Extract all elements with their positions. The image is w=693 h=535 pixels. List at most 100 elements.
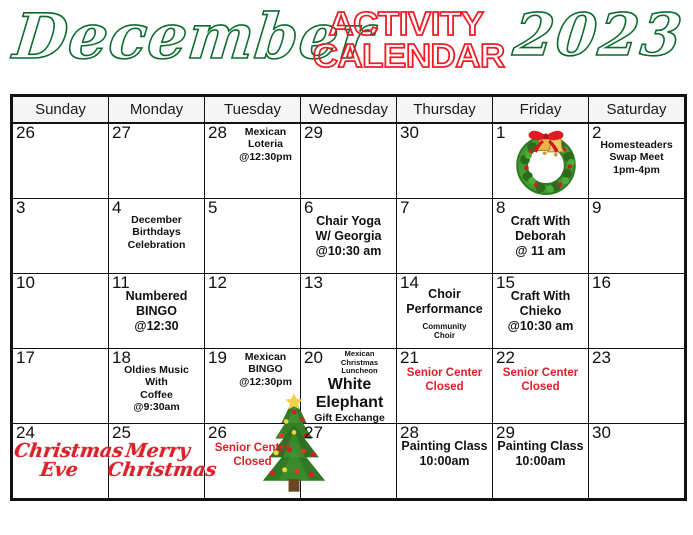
calendar-day-cell[interactable]: 3 xyxy=(12,198,109,274)
calendar-day-cell[interactable]: 27 xyxy=(108,122,205,199)
calendar-day-cell[interactable]: 30 xyxy=(396,122,493,199)
weekday-header-monday: Monday xyxy=(108,96,205,124)
calendar-title-banner: December ACTIVITY CALENDAR 2023 xyxy=(0,0,693,92)
day-number: 7 xyxy=(400,198,410,217)
calendar-body: 262728Mexican Loteria @12:30pm2930 xyxy=(12,122,685,499)
day-event-main-line: White Elephant xyxy=(315,376,384,412)
calendar-week-row: 10 11 Numbered BINGO @12:30 12 13 14 Choir Per… xyxy=(12,273,685,349)
day-number: 12 xyxy=(208,273,227,292)
calendar-week-row: 17 18 Oldies Music With Coffee @9:30am 19 Me… xyxy=(12,348,685,425)
day-event-subtext: Community Choir xyxy=(422,322,467,341)
calendar-day-cell[interactable]: 8 Craft With Deborah @ 11 am xyxy=(492,198,589,274)
weekday-header-sunday: Sunday xyxy=(12,96,109,124)
day-number: 11 xyxy=(112,273,130,292)
day-number: 9 xyxy=(592,198,602,217)
day-event-text: Painting Class 10:00am xyxy=(401,439,488,468)
calendar-day-cell[interactable]: 18 Oldies Music With Coffee @9:30am xyxy=(108,348,205,424)
day-number: 2 xyxy=(592,123,602,142)
calendar-day-cell[interactable]: 30 xyxy=(588,423,685,499)
calendar-week-row: 24 Christmas Eve 25 Merry Christmas 26 S… xyxy=(12,393,685,499)
calendar-day-cell[interactable]: 19 Mexican BINGO @12:30pm xyxy=(204,348,301,424)
calendar-day-cell[interactable]: 7 xyxy=(396,198,493,274)
calendar-day-cell[interactable]: 10 xyxy=(12,273,109,349)
day-number: 22 xyxy=(496,348,515,367)
day-number: 25 xyxy=(112,423,131,442)
day-number: 6 xyxy=(304,198,314,217)
day-number: 23 xyxy=(592,348,611,367)
day-number: 4 xyxy=(112,198,122,217)
title-activity-text: ACTIVITY xyxy=(328,5,485,42)
day-number: 14 xyxy=(400,273,419,292)
day-event-text: Mexican Loteria @12:30pm xyxy=(239,126,292,163)
day-number: 28 xyxy=(208,123,227,142)
weekday-header-saturday: Saturday xyxy=(588,96,685,124)
day-event-text: Mexican BINGO @12:30pm xyxy=(239,351,292,388)
calendar-day-cell[interactable]: 14 Choir Performance Community Choir xyxy=(396,273,493,349)
day-number: 16 xyxy=(592,273,611,292)
day-event-text: Craft With Deborah @ 11 am xyxy=(510,214,571,258)
day-number: 18 xyxy=(112,348,131,367)
calendar-table: Sunday Monday Tuesday Wednesday Thursday Frid… xyxy=(12,96,685,499)
calendar-day-cell[interactable]: 27 xyxy=(300,423,397,499)
day-number: 26 xyxy=(16,123,35,142)
calendar-day-cell[interactable]: 28 Painting Class 10:00am xyxy=(396,423,493,499)
day-number: 8 xyxy=(496,198,506,217)
day-event-text: Numbered BINGO @12:30 xyxy=(125,289,188,333)
calendar-day-cell[interactable]: 11 Numbered BINGO @12:30 xyxy=(108,273,205,349)
title-activity-calendar-block: ACTIVITY CALENDAR xyxy=(312,6,506,73)
calendar-day-cell[interactable]: 9 xyxy=(588,198,685,274)
day-event-text: Chair Yoga W/ Georgia @10:30 am xyxy=(315,214,382,258)
calendar-day-cell[interactable]: 29 Painting Class 10:00am xyxy=(492,423,589,499)
calendar-day-cell[interactable]: 4 December Birthdays Celebration xyxy=(108,198,205,274)
day-number: 5 xyxy=(208,198,218,217)
day-number: 28 xyxy=(400,423,419,442)
day-number: 24 xyxy=(16,423,35,442)
day-event-tiny-line: Mexican Christmas Luncheon xyxy=(340,349,379,376)
day-number: 17 xyxy=(16,348,35,367)
day-number: 27 xyxy=(304,423,323,442)
holiday-greeting-text: Christmas Eve xyxy=(12,440,125,481)
calendar-day-cell[interactable]: 28 Mexican Loteria @12:30pm xyxy=(204,122,301,199)
calendar-day-cell[interactable]: 26 Senior Center Closed xyxy=(204,393,326,499)
calendar-day-cell[interactable]: 5 xyxy=(204,198,301,274)
calendar-header-row: Sunday Monday Tuesday Wednesday Thursday Frid… xyxy=(12,96,685,124)
day-number: 1 xyxy=(496,123,506,142)
day-number: 20 xyxy=(304,348,323,367)
day-number: 19 xyxy=(208,348,227,367)
calendar-day-cell[interactable]: 17 xyxy=(12,348,109,424)
day-event-text: December Birthdays Celebration xyxy=(127,214,186,251)
calendar-day-cell[interactable]: 21 Senior Center Closed xyxy=(396,348,493,424)
calendar-week-row: 3 4 December Birthdays Celebration 5 6 Chair … xyxy=(12,198,685,274)
calendar-day-cell[interactable]: 1 xyxy=(492,122,589,199)
calendar-day-cell[interactable]: 24 Christmas Eve xyxy=(12,423,125,499)
calendar-day-cell[interactable]: 13 xyxy=(300,273,397,349)
calendar-day-cell[interactable]: 6 Chair Yoga W/ Georgia @10:30 am xyxy=(300,198,397,274)
day-number: 13 xyxy=(304,273,323,292)
calendar-week-row: 26 27 28 Mexican Loteria @12:30pm 29 30 xyxy=(12,122,685,199)
calendar-day-cell[interactable]: 22 Senior Center Closed xyxy=(492,348,589,424)
day-event-composite: Mexican Christmas Luncheon White Elephant… xyxy=(314,349,396,425)
day-number: 30 xyxy=(400,123,419,142)
calendar-day-cell[interactable]: 25 Merry Christmas xyxy=(106,423,219,499)
day-event-text: Craft With Chieko @10:30 am xyxy=(507,289,574,333)
calendar-day-cell[interactable]: 29 xyxy=(300,122,397,199)
weekday-header-wednesday: Wednesday xyxy=(300,96,397,124)
senior-center-closed-notice: Senior Center Closed xyxy=(214,442,291,468)
day-number: 29 xyxy=(496,423,515,442)
calendar-day-cell[interactable]: 20 Mexican Christmas Luncheon White Elepha… xyxy=(300,348,397,425)
holiday-greeting-text: Merry Christmas xyxy=(106,440,219,481)
calendar-day-cell[interactable]: 15 Craft With Chieko @10:30 am xyxy=(492,273,589,349)
calendar-day-cell[interactable]: 23 xyxy=(588,348,685,424)
day-number: 15 xyxy=(496,273,515,292)
day-event-text: Homesteaders Swap Meet 1pm-4pm xyxy=(600,139,673,176)
day-number: 10 xyxy=(16,273,35,292)
senior-center-closed-notice: Senior Center Closed xyxy=(502,367,579,393)
calendar-day-cell[interactable]: 2 Homesteaders Swap Meet 1pm-4pm xyxy=(588,122,685,199)
calendar-day-cell[interactable]: 26 xyxy=(12,122,109,199)
calendar-day-cell[interactable]: 12 xyxy=(204,273,301,349)
weekday-header-tuesday: Tuesday xyxy=(204,96,301,124)
calendar-grid: Sunday Monday Tuesday Wednesday Thursday Frid… xyxy=(10,94,687,501)
title-year-text: 2023 xyxy=(509,0,687,70)
calendar-day-cell[interactable]: 16 xyxy=(588,273,685,349)
day-number: 27 xyxy=(112,123,131,142)
